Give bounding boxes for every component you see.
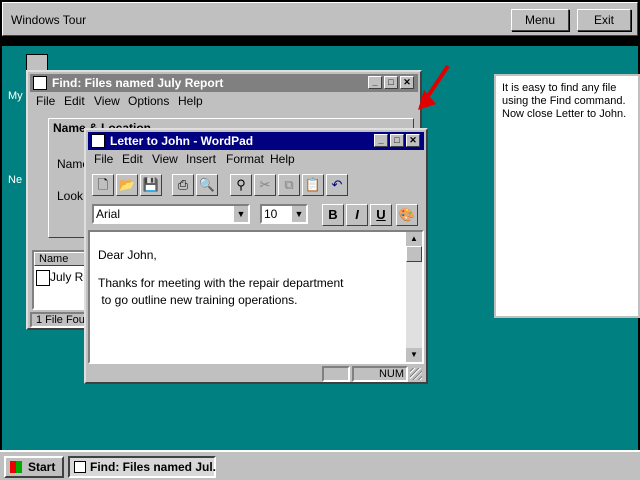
- paste-clipboard-icon[interactable]: 📋: [302, 174, 324, 196]
- open-folder-icon[interactable]: 📂: [116, 174, 138, 196]
- scroll-up-arrow-icon[interactable]: ▲: [406, 232, 422, 246]
- doc-line-2: Thanks for meeting with the repair depar…: [98, 276, 344, 290]
- undo-icon[interactable]: ↶: [326, 174, 348, 196]
- doc-line-3: to go outline new training operations.: [98, 293, 298, 307]
- find-menu-file[interactable]: File: [36, 94, 55, 108]
- wordpad-window-icon: [91, 134, 105, 148]
- wp-menu-view[interactable]: View: [152, 152, 178, 166]
- find-window-title: Find: Files named July Report: [52, 76, 224, 90]
- find-close-button[interactable]: ✕: [400, 76, 414, 89]
- italic-button[interactable]: I: [346, 204, 368, 226]
- tour-exit-button[interactable]: Exit: [577, 9, 631, 31]
- wp-menu-file[interactable]: File: [94, 152, 113, 166]
- help-panel-text: It is easy to find any file using the Fi…: [502, 82, 627, 120]
- underline-button[interactable]: U: [370, 204, 392, 226]
- wp-menu-insert[interactable]: Insert: [186, 152, 216, 166]
- status-num: NUM: [352, 366, 408, 382]
- print-icon[interactable]: ⎙: [172, 174, 194, 196]
- wordpad-toolbar: 🗋 📂 💾 ⎙ 🔍 ⚲ ✂ ⧉ 📋 ↶: [92, 174, 352, 196]
- wp-menu-help[interactable]: Help: [270, 152, 295, 166]
- taskbar-find-button[interactable]: Find: Files named Jul.: [68, 456, 216, 478]
- font-dropdown-arrow-icon[interactable]: ▼: [234, 206, 248, 222]
- document-icon: [36, 270, 50, 286]
- red-arrow-pointer: [418, 64, 450, 110]
- wordpad-minimize-button[interactable]: _: [374, 134, 388, 147]
- wordpad-close-button[interactable]: ✕: [406, 134, 420, 147]
- tour-bar: Windows Tour Menu Exit: [2, 2, 638, 36]
- copy-icon[interactable]: ⧉: [278, 174, 300, 196]
- doc-line-1: Dear John,: [98, 248, 157, 262]
- font-name-value: Arial: [96, 207, 121, 221]
- tour-menu-button[interactable]: Menu: [511, 9, 569, 31]
- wordpad-format-bar: Arial ▼ 10 ▼ B I U 🎨: [92, 204, 422, 226]
- help-panel: It is easy to find any file using the Fi…: [494, 74, 640, 318]
- document-area[interactable]: Dear John, Thanks for meeting with the r…: [88, 230, 424, 364]
- find-menubar: File Edit View Options Help: [30, 92, 418, 110]
- save-disk-icon[interactable]: 💾: [140, 174, 162, 196]
- tour-title: Windows Tour: [11, 13, 87, 27]
- color-palette-icon[interactable]: 🎨: [396, 204, 418, 226]
- find-menu-options[interactable]: Options: [128, 94, 169, 108]
- cut-scissors-icon[interactable]: ✂: [254, 174, 276, 196]
- size-dropdown-arrow-icon[interactable]: ▼: [292, 206, 306, 222]
- wordpad-window: Letter to John - WordPad _ □ ✕ File Edit…: [84, 128, 428, 384]
- windows-logo-icon: [10, 461, 22, 473]
- wordpad-status-bar: NUM: [88, 366, 424, 382]
- start-button[interactable]: Start: [4, 456, 64, 478]
- scroll-down-arrow-icon[interactable]: ▼: [406, 348, 422, 362]
- find-menu-edit[interactable]: Edit: [64, 94, 85, 108]
- wordpad-menubar: File Edit View Insert Format Help: [88, 150, 424, 168]
- print-preview-icon[interactable]: 🔍: [196, 174, 218, 196]
- taskbar: Start Find: Files named Jul.: [0, 450, 640, 480]
- scroll-thumb[interactable]: [406, 246, 422, 262]
- wordpad-window-title: Letter to John - WordPad: [110, 134, 254, 148]
- find-task-icon: [74, 461, 86, 473]
- bold-button[interactable]: B: [322, 204, 344, 226]
- start-label: Start: [28, 460, 56, 474]
- new-doc-icon[interactable]: 🗋: [92, 174, 114, 196]
- red-arrow-head: [418, 90, 436, 110]
- status-cell-empty: [322, 366, 350, 382]
- font-size-select[interactable]: 10 ▼: [260, 204, 308, 224]
- vertical-scrollbar[interactable]: ▲ ▼: [406, 232, 422, 362]
- wordpad-maximize-button[interactable]: □: [390, 134, 404, 147]
- font-size-value: 10: [264, 207, 278, 221]
- find-titlebar[interactable]: Find: Files named July Report _ □ ✕: [30, 74, 418, 92]
- wp-menu-edit[interactable]: Edit: [122, 152, 143, 166]
- taskbar-find-label: Find: Files named Jul.: [90, 460, 217, 474]
- find-look-label: Look: [57, 189, 84, 203]
- font-name-select[interactable]: Arial ▼: [92, 204, 250, 224]
- wp-menu-format[interactable]: Format: [226, 152, 264, 166]
- find-menu-view[interactable]: View: [94, 94, 120, 108]
- find-menu-help[interactable]: Help: [178, 94, 203, 108]
- find-minimize-button[interactable]: _: [368, 76, 382, 89]
- desktop-icon-label-ne[interactable]: Ne: [8, 174, 22, 186]
- desktop-icon-label-my[interactable]: My: [8, 90, 23, 102]
- find-binoculars-icon[interactable]: ⚲: [230, 174, 252, 196]
- find-window-icon: [33, 76, 47, 90]
- wordpad-titlebar[interactable]: Letter to John - WordPad _ □ ✕: [88, 132, 424, 150]
- resize-grip-icon[interactable]: [410, 368, 422, 380]
- find-maximize-button[interactable]: □: [384, 76, 398, 89]
